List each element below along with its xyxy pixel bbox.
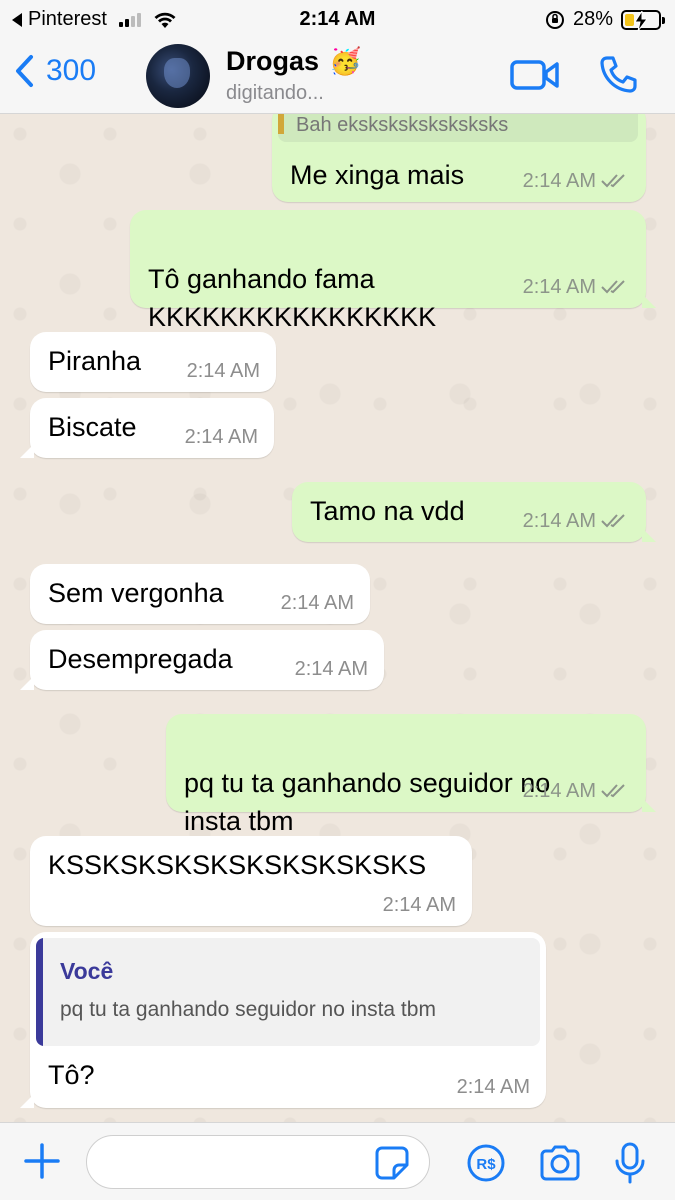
phone-call-icon[interactable] [598, 54, 638, 94]
message-bubble[interactable]: Desempregada 2:14 AM [20, 630, 384, 690]
message-meta: 2:14 AM [383, 894, 456, 916]
message-time: 2:14 AM [186, 360, 260, 382]
chat-area[interactable]: Bah eksksksksksksksks Me xinga mais 2:14… [0, 114, 675, 1122]
message-bubble[interactable]: pq tu ta ganhando seguidor no insta tbm … [166, 714, 656, 836]
party-emoji: 🥳 [329, 46, 362, 76]
unread-count: 300 [46, 54, 97, 87]
message-bubble[interactable]: Bah eksksksksksksksks Me xinga mais 2:14… [272, 114, 646, 202]
orientation-lock-icon [545, 10, 564, 29]
bubble-tail [20, 1094, 34, 1108]
chevron-left-icon [16, 55, 33, 87]
message-meta: 2:14 AM [187, 360, 260, 382]
camera-icon[interactable] [538, 1143, 582, 1183]
message-text: Desempregada [48, 644, 233, 674]
message-bubble[interactable]: KSSKSKSKSKSKSKSKSKSKS 2:14 AM [30, 836, 472, 926]
plus-icon[interactable] [22, 1141, 62, 1181]
message-text: Me xinga mais [290, 160, 465, 190]
battery-percent: 28% [572, 8, 613, 30]
message-meta: 2:14 AM [281, 592, 354, 614]
message-meta: 2:14 AM [523, 170, 630, 192]
quote-bar [36, 938, 43, 1046]
video-call-icon[interactable] [510, 58, 560, 92]
message-text: Tamo na vdd [310, 496, 465, 526]
message-text: Biscate [48, 412, 137, 442]
bubble-tail [642, 294, 656, 308]
contact-name[interactable]: Drogas 🥳 [226, 46, 361, 77]
message-time: 2:14 AM [382, 894, 456, 916]
avatar[interactable] [146, 44, 210, 108]
quoted-message[interactable]: Você pq tu ta ganhando seguidor no insta… [36, 938, 540, 1046]
message-time: 2:14 AM [522, 510, 596, 532]
message-meta: 2:14 AM [523, 510, 630, 532]
payment-icon[interactable]: R$ [466, 1143, 506, 1183]
bubble-tail [642, 798, 656, 812]
message-text: KSSKSKSKSKSKSKSKSKSKS [48, 850, 427, 880]
message-time: 2:14 AM [522, 276, 596, 298]
message-bubble[interactable]: Piranha 2:14 AM [30, 332, 276, 392]
double-check-icon [601, 174, 625, 188]
back-button[interactable]: 300 [14, 54, 96, 88]
message-meta: 2:14 AM [457, 1076, 530, 1098]
message-meta: 2:14 AM [523, 780, 630, 802]
message-text: Sem vergonha [48, 578, 224, 608]
message-text: Tô ganhando fama KKKKKKKKKKKKKKKK [148, 264, 437, 332]
message-time: 2:14 AM [522, 170, 596, 192]
chat-header: 300 Drogas 🥳 digitando... [0, 38, 675, 114]
message-text: Tô? [48, 1060, 95, 1090]
microphone-icon[interactable] [612, 1141, 648, 1185]
message-time: 2:14 AM [456, 1076, 530, 1098]
message-time: 2:14 AM [184, 426, 258, 448]
message-bubble[interactable]: Tamo na vdd 2:14 AM [292, 482, 656, 542]
message-time: 2:14 AM [294, 658, 368, 680]
message-time: 2:14 AM [522, 780, 596, 802]
contact-name-label: Drogas [226, 46, 320, 76]
message-text: pq tu ta ganhando seguidor no insta tbm [184, 768, 551, 836]
quote-text: pq tu ta ganhando seguidor no insta tbm [60, 998, 436, 1021]
message-time: 2:14 AM [280, 592, 354, 614]
status-bar: Pinterest 2:14 AM 28% [0, 0, 675, 38]
message-text: Piranha [48, 346, 142, 376]
message-meta: 2:14 AM [185, 426, 258, 448]
quote-author: Você [60, 958, 114, 984]
message-meta: 2:14 AM [295, 658, 368, 680]
quoted-message[interactable]: Bah eksksksksksksksks [278, 114, 638, 142]
message-meta: 2:14 AM [523, 276, 630, 298]
bubble-tail [642, 528, 656, 542]
typing-status: digitando... [226, 82, 324, 104]
sticker-icon[interactable] [374, 1145, 410, 1181]
double-check-icon [601, 514, 625, 528]
quoted-message-text: Bah eksksksksksksksks [296, 114, 509, 136]
composer: R$ [0, 1122, 675, 1200]
battery-icon [621, 9, 665, 31]
bubble-tail [20, 444, 34, 458]
message-bubble[interactable]: Biscate 2:14 AM [20, 398, 274, 458]
message-bubble[interactable]: Sem vergonha 2:14 AM [30, 564, 370, 624]
svg-text:R$: R$ [476, 1156, 496, 1173]
double-check-icon [601, 280, 625, 294]
message-bubble[interactable]: Tô ganhando fama KKKKKKKKKKKKKKKK 2:14 A… [130, 210, 656, 332]
double-check-icon [601, 784, 625, 798]
bubble-tail [20, 676, 34, 690]
